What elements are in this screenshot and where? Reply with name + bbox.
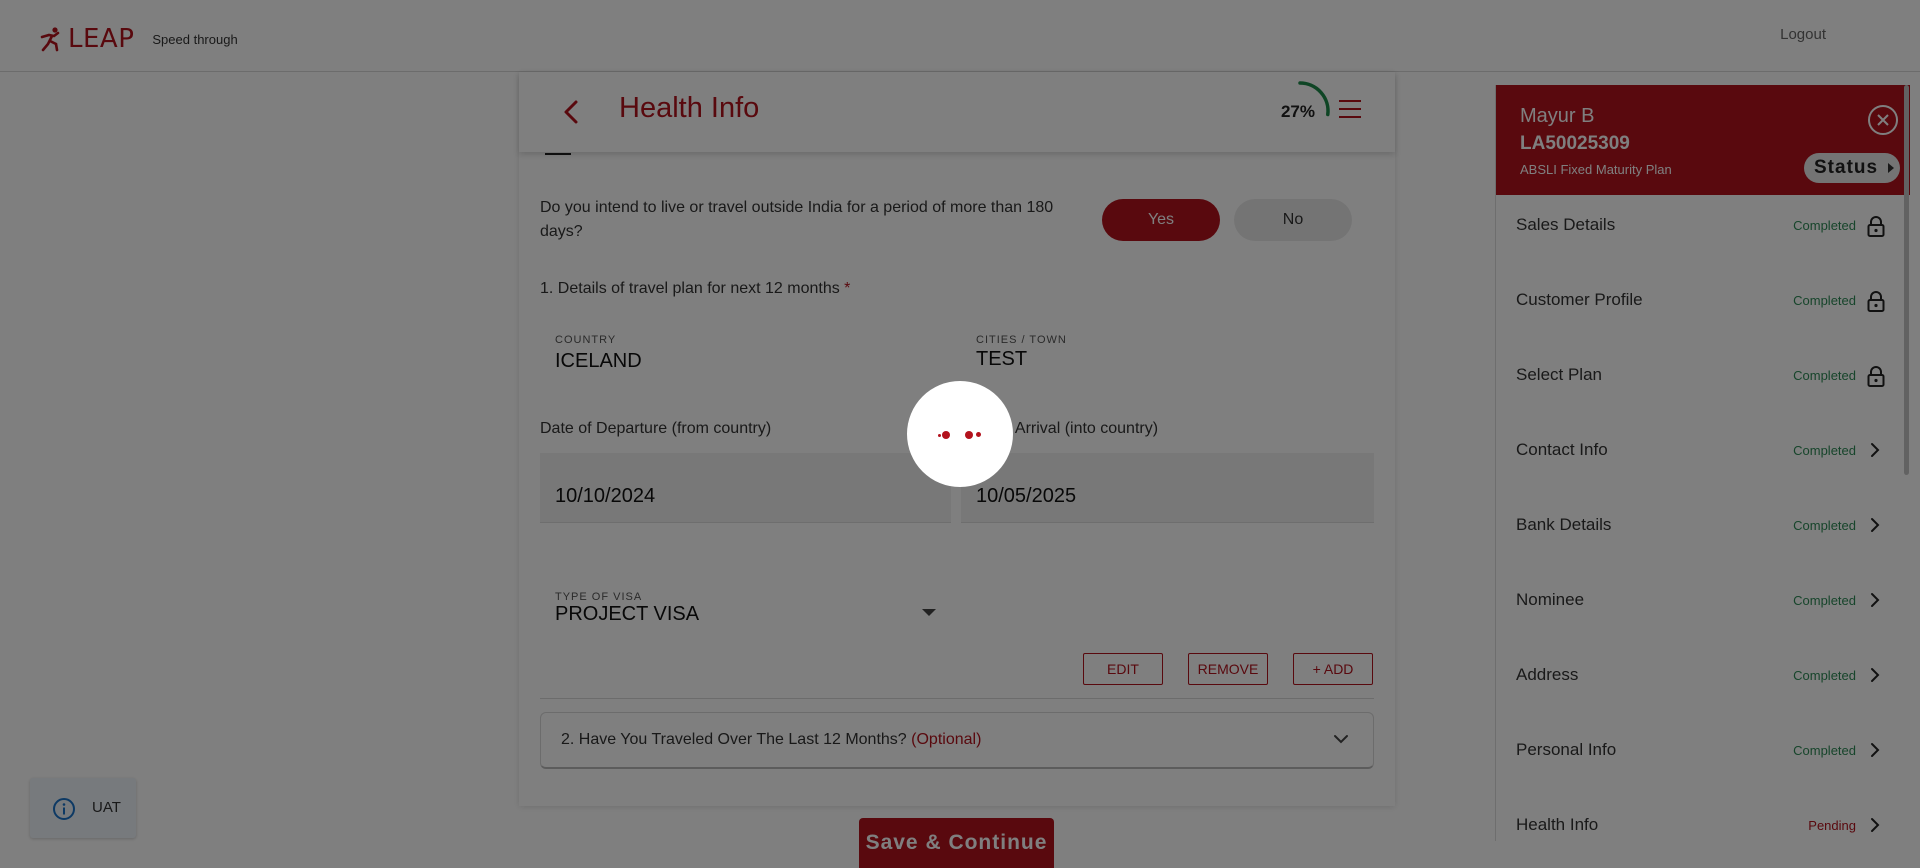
- spinner-dot: [965, 431, 973, 439]
- spinner-dot: [942, 431, 950, 439]
- spinner-dot: [938, 434, 941, 437]
- spinner-dot: [976, 432, 981, 437]
- loading-spinner: [907, 381, 1013, 487]
